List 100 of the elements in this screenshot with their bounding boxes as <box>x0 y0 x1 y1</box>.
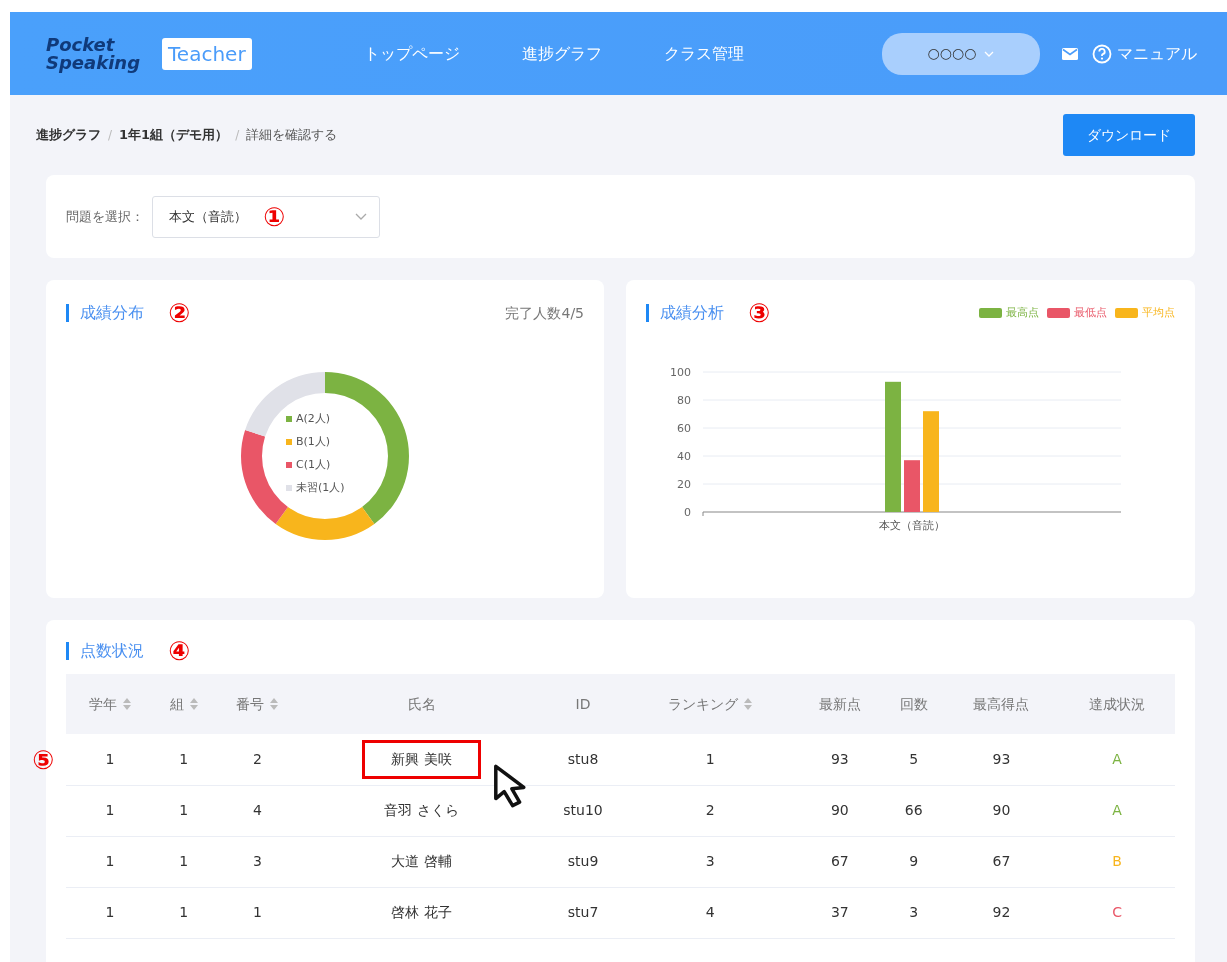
table-cell: 90 <box>992 802 1011 818</box>
table-cell: 新興 美咲 <box>362 739 481 779</box>
bar <box>904 460 920 512</box>
completed-count: 完了人数4/5 <box>505 303 584 323</box>
column-header: 回数 <box>899 694 928 714</box>
table-cell: 9 <box>909 853 919 869</box>
panel-title: 成績分布 <box>66 304 144 322</box>
role-badge: Teacher <box>162 37 252 70</box>
column-header: 最新点 <box>818 694 861 714</box>
legend-label: C(1人) <box>296 458 331 471</box>
breadcrumb-item: 詳細を確認する <box>246 126 338 145</box>
axis-tick-label: 40 <box>677 450 691 463</box>
table-cell: 67 <box>992 853 1011 869</box>
column-header[interactable]: 番号 <box>236 693 279 715</box>
grade-label: A <box>1112 750 1122 767</box>
grade-label: C <box>1112 904 1122 920</box>
axis-category-label: 本文（音読） <box>879 519 945 532</box>
legend-label: 未習(1人) <box>296 481 345 494</box>
table-cell: stu8 <box>567 750 599 767</box>
column-header[interactable]: ランキング <box>668 693 753 715</box>
breadcrumb-item[interactable]: 進捗グラフ <box>36 125 101 145</box>
user-menu[interactable]: ○○○○ <box>882 32 1040 75</box>
table-cell: 4 <box>253 802 262 818</box>
breadcrumb-item[interactable]: 1年1組（デモ用） <box>119 125 229 145</box>
column-header: ID <box>575 694 591 714</box>
nav-link[interactable]: クラス管理 <box>663 41 744 66</box>
table-cell: 93 <box>830 750 849 767</box>
table-cell: 5 <box>909 750 919 767</box>
annotation-number: ② <box>168 300 190 326</box>
axis-tick-label: 0 <box>684 506 691 519</box>
column-header[interactable]: 組 <box>169 693 198 715</box>
select-label: 問題を選択： <box>66 207 144 226</box>
column-header: 氏名 <box>407 694 436 714</box>
table-cell: 2 <box>253 750 262 767</box>
mail-icon[interactable] <box>1062 47 1078 60</box>
axis-tick-label: 100 <box>670 366 691 379</box>
help-icon <box>1092 43 1112 64</box>
chevron-down-icon <box>355 212 367 221</box>
nav-link[interactable]: 進捗グラフ <box>521 41 602 66</box>
annotation-number: ⑤ <box>32 747 54 773</box>
table-cell: 67 <box>830 853 849 869</box>
panel-title: 成績分析 <box>646 304 724 322</box>
table-cell: 1 <box>179 750 189 767</box>
axis-tick-label: 60 <box>677 422 691 435</box>
sort-icon[interactable] <box>189 698 198 710</box>
table-cell: stu9 <box>567 853 599 869</box>
table-cell: stu7 <box>567 904 599 920</box>
table-cell-text: 音羽 さくら <box>384 801 459 820</box>
table-cell: 66 <box>904 802 923 818</box>
table-cell: 37 <box>830 904 849 920</box>
legend-item: 未習(1人) <box>286 481 345 494</box>
table-cell: 93 <box>992 750 1011 767</box>
sort-icon[interactable] <box>270 698 279 710</box>
legend-item[interactable]: 最高点 <box>979 304 1039 322</box>
table-cell: 3 <box>253 853 262 869</box>
table-cell: 1 <box>105 904 115 920</box>
table-cell: 1 <box>705 750 715 767</box>
nav-link[interactable]: トップページ <box>363 41 460 66</box>
legend-label: A(2人) <box>296 412 331 425</box>
table-cell: 2 <box>705 802 715 818</box>
table-cell: 1 <box>179 904 189 920</box>
table-cell: 3 <box>705 853 715 869</box>
table-cell: 3 <box>909 904 919 920</box>
table-cell: 4 <box>705 904 715 920</box>
table-cell: 1 <box>105 802 115 818</box>
annotation-number: ① <box>263 203 285 230</box>
table-cell: 1 <box>105 853 115 869</box>
column-header[interactable]: 学年 <box>88 693 131 715</box>
sort-icon[interactable] <box>744 698 753 710</box>
legend-item: B(1人) <box>286 435 331 448</box>
table-cell-text: 啓林 花子 <box>391 903 452 922</box>
chevron-down-icon <box>984 51 995 57</box>
logo[interactable]: Pocket Speaking <box>46 35 141 72</box>
grade-label: A <box>1112 802 1122 818</box>
legend-item: C(1人) <box>286 458 331 471</box>
table-cell: 1 <box>253 904 262 920</box>
table-cell: 90 <box>830 802 849 818</box>
legend-item: A(2人) <box>286 412 331 425</box>
legend-label: B(1人) <box>296 435 331 448</box>
manual-link[interactable]: マニュアル <box>1092 41 1197 66</box>
table-cell: 92 <box>992 904 1011 920</box>
table-cell: 1 <box>179 853 189 869</box>
axis-tick-label: 20 <box>677 478 691 491</box>
annotation-number: ④ <box>168 638 190 664</box>
legend-item[interactable]: 最低点 <box>1047 304 1107 322</box>
panel-title: 点数状況 <box>66 642 144 660</box>
axis-tick-label: 80 <box>677 394 691 407</box>
breadcrumb-separator: / <box>108 127 113 144</box>
table-cell: 1 <box>179 802 189 818</box>
annotation-number: ③ <box>748 300 770 326</box>
column-header: 最高得点 <box>973 694 1030 714</box>
column-header: 達成状況 <box>1089 694 1146 714</box>
table-cell: stu10 <box>563 802 603 818</box>
sort-icon[interactable] <box>122 698 131 710</box>
table-cell-text: 大道 啓輔 <box>391 852 452 871</box>
grade-label: B <box>1112 853 1122 869</box>
breadcrumb-separator: / <box>235 127 240 144</box>
question-select[interactable]: 本文（音読） ① <box>152 195 380 238</box>
download-button[interactable]: ダウンロード <box>1063 114 1195 156</box>
table-cell: 1 <box>105 750 115 767</box>
